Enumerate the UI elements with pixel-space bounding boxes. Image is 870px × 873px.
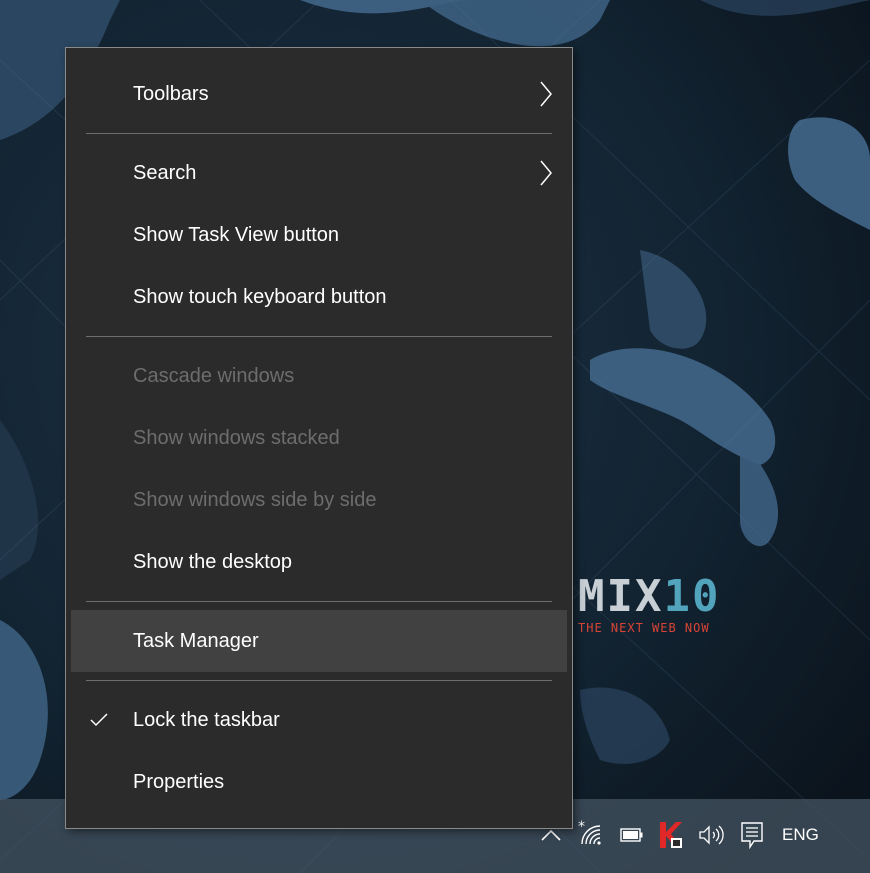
menu-item-label: Task Manager <box>133 629 259 652</box>
menu-item-properties[interactable]: Properties <box>66 751 572 813</box>
menu-item-label: Search <box>133 161 197 184</box>
menu-item-label: Show touch keyboard button <box>133 285 387 308</box>
taskbar-context-menu: Toolbars Search Show Task View button Sh… <box>65 47 573 829</box>
chevron-right-icon <box>540 81 552 107</box>
menu-separator <box>86 133 552 134</box>
checkmark-icon <box>90 713 108 727</box>
menu-item-label: Lock the taskbar <box>133 708 280 731</box>
menu-item-label: Toolbars <box>133 82 209 105</box>
battery-icon[interactable] <box>620 815 644 855</box>
chevron-right-icon <box>540 160 552 186</box>
action-center-icon[interactable] <box>740 815 764 855</box>
logo-word: MIX <box>578 571 664 622</box>
menu-item-show-touch-keyboard-button[interactable]: Show touch keyboard button <box>66 266 572 328</box>
menu-item-show-task-view-button[interactable]: Show Task View button <box>66 204 572 266</box>
menu-item-label: Show windows side by side <box>133 488 377 511</box>
logo-number: 10 <box>663 571 721 622</box>
menu-item-toolbars[interactable]: Toolbars <box>66 63 572 125</box>
menu-item-lock-the-taskbar[interactable]: Lock the taskbar <box>66 689 572 751</box>
menu-item-show-windows-side-by-side: Show windows side by side <box>66 469 572 531</box>
menu-item-show-the-desktop[interactable]: Show the desktop <box>66 531 572 593</box>
menu-item-search[interactable]: Search <box>66 142 572 204</box>
menu-item-label: Show Task View button <box>133 223 340 246</box>
menu-separator <box>86 336 552 337</box>
menu-item-show-windows-stacked: Show windows stacked <box>66 407 572 469</box>
mix-logo: MIX10 THE NEXT WEB NOW <box>578 575 720 636</box>
menu-separator <box>86 680 552 681</box>
menu-item-label: Show the desktop <box>133 550 292 573</box>
menu-item-label: Show windows stacked <box>133 426 340 449</box>
menu-item-task-manager[interactable]: Task Manager <box>71 610 567 672</box>
menu-item-cascade-windows: Cascade windows <box>66 345 572 407</box>
system-tray: * ENG <box>540 815 819 855</box>
menu-item-label: Properties <box>133 770 225 793</box>
logo-tagline: THE NEXT WEB NOW <box>578 621 710 635</box>
menu-item-label: Cascade windows <box>133 364 295 387</box>
wifi-icon[interactable]: * <box>576 815 606 855</box>
menu-separator <box>86 601 552 602</box>
svg-text:*: * <box>578 820 585 835</box>
kaspersky-icon[interactable] <box>658 815 684 855</box>
language-indicator[interactable]: ENG <box>782 825 819 845</box>
volume-icon[interactable] <box>698 815 726 855</box>
